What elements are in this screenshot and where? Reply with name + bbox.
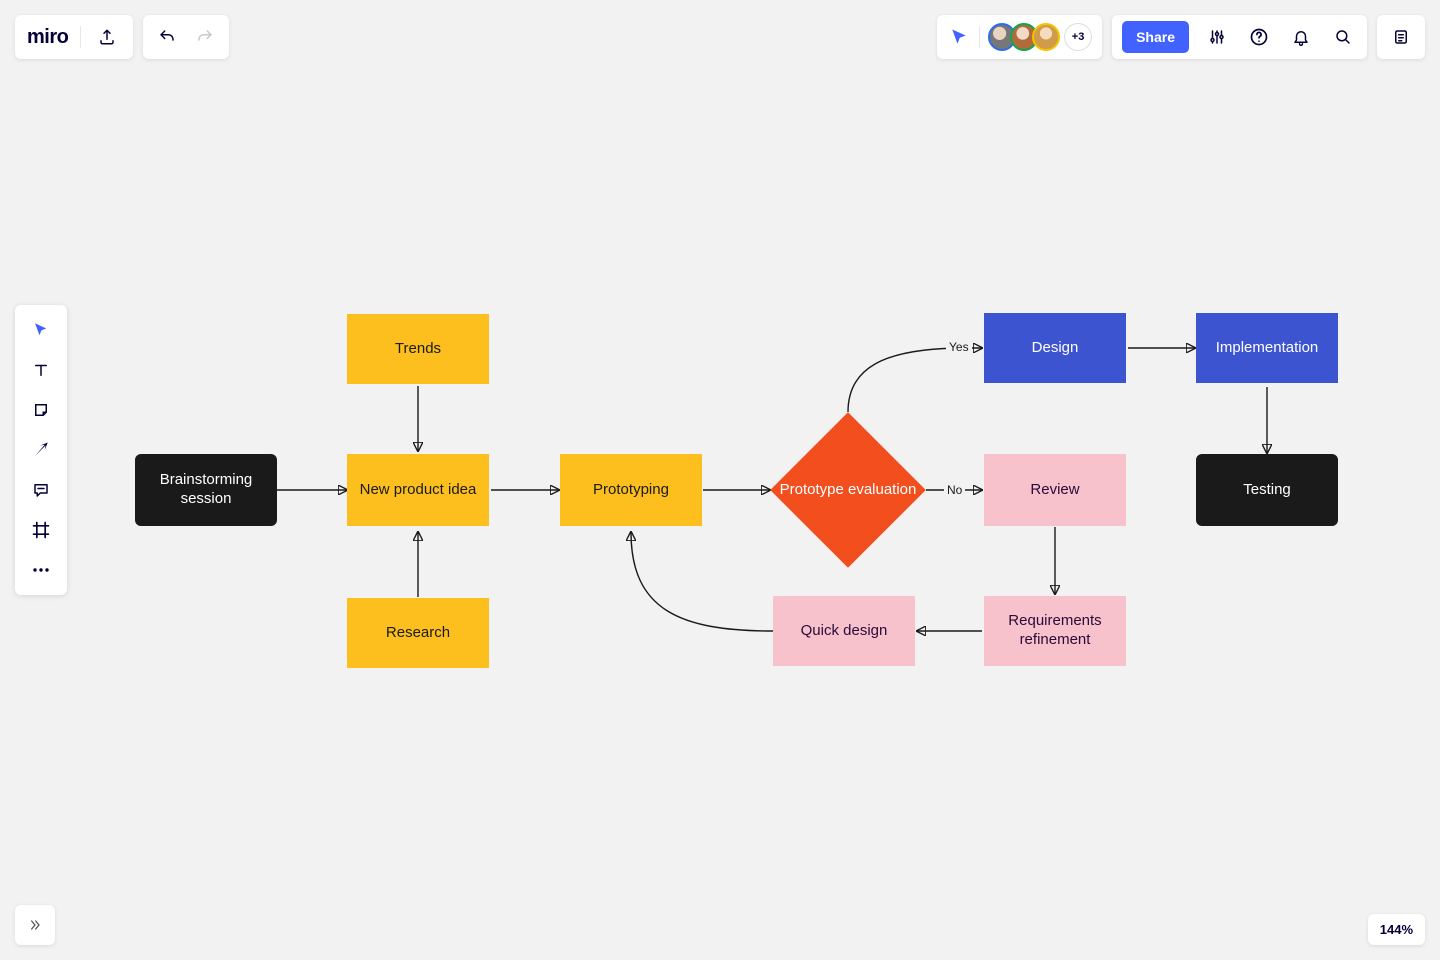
node-label: Prototype evaluation (780, 481, 917, 500)
edge-label-no: No (944, 483, 965, 497)
node-requirements-refinement[interactable]: Requirements refinement (984, 596, 1126, 666)
node-label: New product idea (360, 481, 477, 500)
node-brainstorm[interactable]: Brainstorming session (135, 454, 277, 526)
node-trends[interactable]: Trends (347, 314, 489, 384)
node-review[interactable]: Review (984, 454, 1126, 526)
node-label: Quick design (801, 622, 888, 641)
node-label: Prototyping (593, 481, 669, 500)
node-label: Testing (1243, 481, 1291, 500)
node-label: Implementation (1216, 339, 1319, 358)
node-implementation[interactable]: Implementation (1196, 313, 1338, 383)
node-prototype-evaluation[interactable]: Prototype evaluation (770, 412, 926, 568)
node-quick-design[interactable]: Quick design (773, 596, 915, 666)
node-label: Trends (395, 340, 441, 359)
canvas[interactable]: Yes No Brainstorming session Trends New … (0, 0, 1440, 960)
node-label: Design (1032, 339, 1079, 358)
node-new-product-idea[interactable]: New product idea (347, 454, 489, 526)
node-label: Review (1030, 481, 1079, 500)
edge-label-yes: Yes (946, 340, 972, 354)
node-label: Research (386, 624, 450, 643)
node-testing[interactable]: Testing (1196, 454, 1338, 526)
node-design[interactable]: Design (984, 313, 1126, 383)
node-label: Brainstorming session (145, 471, 267, 509)
node-label: Requirements refinement (994, 612, 1116, 650)
node-research[interactable]: Research (347, 598, 489, 668)
node-prototyping[interactable]: Prototyping (560, 454, 702, 526)
